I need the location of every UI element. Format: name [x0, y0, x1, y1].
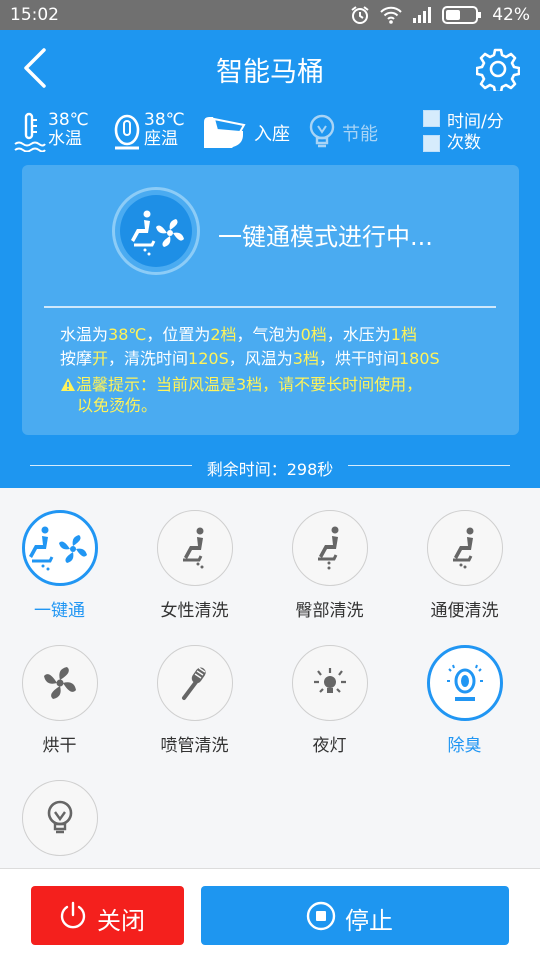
settings-button[interactable] — [475, 47, 521, 94]
signal-icon — [413, 7, 432, 23]
bottom-action-bar: 关闭 停止 — [0, 868, 540, 960]
count-mode-checkbox[interactable] — [423, 135, 440, 152]
alarm-icon — [351, 6, 369, 24]
settings-detail-text: 水温为38℃，位置为2档，气泡为0档，水压为1档 按摩开，清洗时间120S，风温… — [60, 323, 500, 371]
lightbulb-icon — [309, 114, 335, 148]
battery-percent: 42% — [492, 5, 530, 25]
detail-bubble-prefix: ，气泡为 — [236, 325, 301, 344]
remaining-time: 剩余时间：298秒 — [30, 452, 510, 480]
night-light-button[interactable] — [292, 645, 368, 721]
bowel-wash-button[interactable] — [427, 510, 503, 586]
deodorize-button[interactable] — [427, 645, 503, 721]
wifi-icon — [380, 6, 402, 24]
detail-wash-time: 120S — [188, 349, 229, 368]
water-temp-value: 38℃ — [48, 110, 89, 130]
mode-icon-ring — [112, 187, 200, 275]
detail-pressure: 1档 — [390, 325, 417, 344]
status-icons: 42% — [350, 5, 530, 25]
rear-wash-button[interactable] — [292, 510, 368, 586]
detail-massage: 开 — [92, 349, 109, 368]
status-bar: 15:02 42% — [0, 0, 540, 30]
mode-status-title: 一键通模式进行中... — [218, 223, 433, 251]
seat-temp-value: 38℃ — [144, 110, 185, 130]
detail-water-temp: 38℃ — [108, 325, 147, 344]
tip-line-2: 以免烫伤。 — [77, 396, 158, 415]
detail-wash-time-prefix: ，清洗时间 — [108, 349, 189, 368]
warning-icon — [61, 378, 75, 391]
mode-status-card: 一键通模式进行中... 水温为38℃，位置为2档，气泡为0档，水压为1档 按摩开… — [22, 165, 519, 435]
warm-tip: 温馨提示：当前风温是3档，请不要长时间使用， 以免烫伤。 — [60, 374, 480, 416]
time-mode-checkbox[interactable] — [423, 110, 440, 127]
status-info-row: 38℃ 水温 38℃ 座温 入座 节能 时间/分 次数 — [0, 108, 540, 158]
one-touch-label: 一键通 — [34, 601, 85, 621]
one-touch-mode-icon — [131, 210, 184, 256]
status-time: 15:02 — [10, 5, 59, 25]
mode-options: 时间/分 次数 — [447, 112, 504, 154]
nozzle-clean-button[interactable] — [157, 645, 233, 721]
fan-icon — [44, 667, 76, 699]
water-temperature-icon — [14, 112, 46, 152]
function-grid: 一键通 女性清洗 臀部清洗 通便清洗 烘干 喷管清洗 夜灯 除臭 — [0, 488, 540, 891]
deodorize-label: 除臭 — [447, 736, 482, 756]
dry-label: 烘干 — [42, 736, 77, 756]
detail-line-1: 水温为38℃，位置为2档，气泡为0档，水压为1档 — [60, 323, 500, 347]
close-button[interactable]: 关闭 — [31, 886, 184, 945]
detail-line-2: 按摩开，清洗时间120S，风温为3档，烘干时间180S — [60, 347, 500, 371]
rear-wash-icon — [318, 526, 339, 570]
seated-label: 入座 — [254, 124, 290, 145]
one-touch-mode-icon — [29, 526, 87, 571]
bowel-wash-label: 通便清洗 — [430, 601, 499, 621]
power-icon — [60, 901, 86, 929]
one-touch-button[interactable] — [22, 510, 98, 586]
detail-bubble: 0档 — [300, 325, 327, 344]
tip-line-1: 温馨提示：当前风温是3档，请不要长时间使用， — [60, 374, 480, 395]
tip-text-1: 温馨提示：当前风温是3档，请不要长时间使用， — [76, 375, 423, 394]
night-light-label: 夜灯 — [312, 736, 347, 756]
seat-temperature-icon — [114, 114, 140, 150]
water-temp-indicator: 38℃ 水温 — [14, 108, 94, 158]
night-light-icon — [314, 668, 346, 693]
water-temp-label: 水温 — [48, 129, 82, 149]
brush-icon — [182, 667, 206, 700]
remaining-time-text: 剩余时间：298秒 — [206, 460, 334, 479]
female-wash-button[interactable] — [157, 510, 233, 586]
rear-wash-label: 臀部清洗 — [295, 601, 364, 621]
stop-icon — [306, 901, 336, 931]
detail-wind-temp: 3档 — [292, 349, 319, 368]
detail-water-temp-prefix: 水温为 — [60, 325, 109, 344]
detail-dry-time-prefix: ，烘干时间 — [318, 349, 399, 368]
remaining-line-right — [348, 465, 510, 466]
card-divider — [44, 306, 496, 308]
detail-position: 2档 — [210, 325, 237, 344]
stop-button-label: 停止 — [345, 907, 393, 935]
energy-saving-label: 节能 — [342, 124, 378, 145]
mode-icon-badge — [120, 195, 192, 267]
dry-button[interactable] — [22, 645, 98, 721]
detail-position-prefix: ，位置为 — [146, 325, 211, 344]
bowel-wash-icon — [453, 527, 474, 569]
energy-saving-indicator: 节能 — [308, 108, 398, 158]
detail-dry-time: 180S — [398, 349, 440, 368]
detail-wind-temp-prefix: ，风温为 — [228, 349, 293, 368]
energy-saving-button[interactable] — [22, 780, 98, 856]
battery-icon — [442, 6, 482, 24]
deodorize-icon — [447, 664, 483, 701]
count-mode-label: 次数 — [447, 133, 481, 153]
app-bar: 智能马桶 — [0, 30, 540, 108]
seat-temp-indicator: 38℃ 座温 — [112, 108, 192, 158]
detail-massage-prefix: 按摩 — [60, 349, 93, 368]
stop-button[interactable]: 停止 — [201, 886, 509, 945]
female-wash-label: 女性清洗 — [160, 601, 229, 621]
seated-indicator: 入座 — [200, 108, 295, 158]
female-wash-icon — [183, 527, 204, 569]
seated-toilet-icon — [204, 117, 246, 148]
lightbulb-icon — [47, 800, 73, 834]
nozzle-clean-label: 喷管清洗 — [160, 736, 229, 756]
close-button-label: 关闭 — [97, 907, 145, 935]
time-mode-label: 时间/分 — [447, 112, 504, 132]
page-title: 智能马桶 — [216, 57, 324, 88]
seat-temp-label: 座温 — [144, 129, 178, 149]
gear-icon — [475, 48, 521, 94]
detail-pressure-prefix: ，水压为 — [326, 325, 391, 344]
